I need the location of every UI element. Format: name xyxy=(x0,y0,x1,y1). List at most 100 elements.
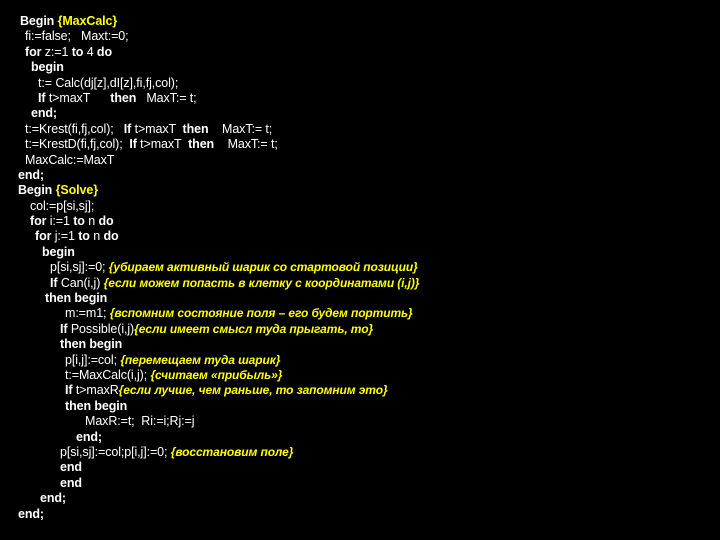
code-line: p[si,sj]:=0; {убираем активный шарик со … xyxy=(0,260,720,275)
code-token: end xyxy=(60,460,82,475)
code-line: t:=MaxCalc(i,j); {считаем «прибыль»} xyxy=(0,368,720,383)
code-token: then begin xyxy=(65,398,128,413)
code-token: 4 xyxy=(86,44,97,59)
code-token: fi:=false; Maxt:=0; xyxy=(25,29,129,44)
code-line: end; xyxy=(0,106,720,121)
code-token: If xyxy=(38,90,49,105)
code-token: m:=m1; xyxy=(65,306,110,321)
code-line: t:=KrestD(fi,fj,col); If t>maxT then Max… xyxy=(0,137,720,152)
code-token: i:=1 xyxy=(49,214,74,229)
code-token: p[si,sj]:=col;p[i,j]:=0; xyxy=(60,444,171,459)
code-line: t:= Calc(dj[z],dI[z],fi,fj,col); xyxy=(0,76,720,91)
code-token: do xyxy=(96,44,112,59)
code-token: j:=1 xyxy=(54,229,79,244)
code-token: If xyxy=(123,121,135,136)
code-comment: {считаем «прибыль»} xyxy=(150,367,283,382)
code-token: do xyxy=(103,229,119,244)
code-token: If xyxy=(60,321,71,336)
code-line: end xyxy=(0,476,720,491)
code-token: n xyxy=(93,229,104,244)
pascal-code-listing: Begin {MaxCalc} fi:=false; Maxt:=0; for z:… xyxy=(0,14,720,522)
code-line: end; xyxy=(0,507,720,522)
code-line: p[i,j]:=col; {перемещаем туда шарик} xyxy=(0,353,720,368)
code-line: for i:=1 to n do xyxy=(0,214,720,229)
code-token: n xyxy=(88,214,99,229)
code-line: Begin {Solve} xyxy=(0,183,720,198)
code-token: for xyxy=(35,229,55,244)
code-comment: {MaxCalc} xyxy=(57,14,118,28)
code-line: m:=m1; {вспомним состояние поля – его бу… xyxy=(0,306,720,321)
code-line: MaxCalc:=MaxT xyxy=(0,153,720,168)
code-token: begin xyxy=(31,60,64,75)
code-comment: {если лучше, чем раньше, то запомним это… xyxy=(118,383,388,398)
code-line: for z:=1 to 4 do xyxy=(0,45,720,60)
code-comment: {если имеет смысл туда прыгать, то} xyxy=(134,321,374,336)
code-line: end; xyxy=(0,168,720,183)
code-token: Possible(i,j) xyxy=(70,321,135,336)
code-token: end; xyxy=(18,167,44,182)
code-line: If t>maxT then MaxT:= t; xyxy=(0,91,720,106)
code-token: t:=Krest(fi,fj,col); xyxy=(25,121,124,136)
code-token: t:= Calc(dj[z],dI[z],fi,fj,col); xyxy=(38,75,179,90)
code-token: t>maxT xyxy=(48,90,111,105)
code-token: z:=1 xyxy=(44,44,72,59)
code-token: t>maxR xyxy=(75,383,119,398)
code-line: p[si,sj]:=col;p[i,j]:=0; {восстановим по… xyxy=(0,445,720,460)
code-token: then xyxy=(110,90,140,105)
code-line: then begin xyxy=(0,399,720,414)
code-token: end; xyxy=(76,429,102,444)
code-line: If Can(i,j) {если можем попасть в клетку… xyxy=(0,276,720,291)
slide-canvas: Begin {MaxCalc} fi:=false; Maxt:=0; for z:… xyxy=(0,0,720,540)
code-token: to xyxy=(71,44,87,59)
code-line: end; xyxy=(0,491,720,506)
code-line: begin xyxy=(0,60,720,75)
code-token: to xyxy=(73,214,89,229)
code-line: col:=p[si,sj]; xyxy=(0,199,720,214)
code-line: end xyxy=(0,460,720,475)
code-line: If t>maxR{если лучше, чем раньше, то зап… xyxy=(0,383,720,398)
code-token: to xyxy=(78,229,94,244)
code-token: If xyxy=(50,275,61,290)
code-token: then begin xyxy=(45,291,108,306)
code-token: do xyxy=(98,214,114,229)
code-comment: {если можем попасть в клетку с координат… xyxy=(103,275,420,290)
code-comment: {восстановим поле} xyxy=(170,444,294,459)
code-token: end; xyxy=(31,106,57,121)
code-line: MaxR:=t; Ri:=i;Rj:=j xyxy=(0,414,720,429)
code-token: begin xyxy=(42,244,75,259)
code-token: p[i,j]:=col; xyxy=(65,352,121,367)
code-token: end; xyxy=(40,491,66,506)
code-token: then xyxy=(182,121,212,136)
code-line: then begin xyxy=(0,291,720,306)
code-comment: {убираем активный шарик со стартовой поз… xyxy=(108,260,418,275)
code-token: end; xyxy=(18,506,44,521)
code-line: then begin xyxy=(0,337,720,352)
code-token: p[si,sj]:=0; xyxy=(50,260,109,275)
code-line: for j:=1 to n do xyxy=(0,229,720,244)
code-token: col:=p[si,sj]; xyxy=(30,198,95,213)
code-token: for xyxy=(25,44,45,59)
code-token: Begin xyxy=(18,183,56,198)
code-line: If Possible(i,j){если имеет смысл туда п… xyxy=(0,322,720,337)
code-token: Begin xyxy=(20,14,58,28)
code-token: t:=KrestD(fi,fj,col); xyxy=(25,137,130,152)
code-token: then begin xyxy=(60,337,123,352)
code-token: MaxT:= t; xyxy=(139,90,197,105)
code-token: Can(i,j) xyxy=(60,275,104,290)
code-token: MaxT:= t; xyxy=(217,137,278,152)
code-comment: {вспомним состояние поля – его будем пор… xyxy=(109,306,413,321)
code-token: MaxR:=t; Ri:=i;Rj:=j xyxy=(85,414,195,429)
code-comment: {Solve} xyxy=(55,183,98,198)
code-comment: {перемещаем туда шарик} xyxy=(120,352,281,367)
code-token: If xyxy=(65,383,76,398)
code-token: If xyxy=(129,137,141,152)
code-line: begin xyxy=(0,245,720,260)
code-line: t:=Krest(fi,fj,col); If t>maxT then MaxT… xyxy=(0,122,720,137)
code-token: end xyxy=(60,475,82,490)
code-token: t>maxT xyxy=(134,121,183,136)
code-line: Begin {MaxCalc} xyxy=(0,14,720,29)
code-token: t:=MaxCalc(i,j); xyxy=(65,367,151,382)
code-line: end; xyxy=(0,430,720,445)
code-token: MaxCalc:=MaxT xyxy=(25,152,115,167)
code-token: for xyxy=(30,214,50,229)
